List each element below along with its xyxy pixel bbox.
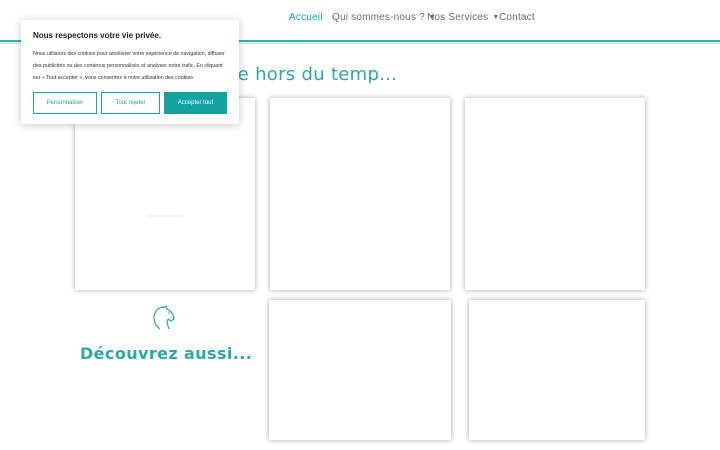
- gallery-card[interactable]: [75, 98, 255, 290]
- cookie-title: Nous respectons votre vie privée.: [33, 31, 162, 40]
- gallery-card[interactable]: [270, 98, 450, 290]
- nav-item-accueil[interactable]: Accueil: [289, 12, 323, 23]
- cookie-description: Nous utilisons des cookies pour améliore…: [33, 51, 225, 81]
- nav-item-contact[interactable]: Contact: [499, 12, 535, 23]
- gallery-card[interactable]: [465, 98, 645, 290]
- discover-heading: Découvrez aussi...: [80, 344, 253, 363]
- nav-item-label: Qui sommes-nous ?: [332, 12, 425, 23]
- nav-item-qui-sommes-nous[interactable]: Qui sommes-nous ? ▼: [332, 12, 436, 23]
- nav-item-label: Accueil: [289, 12, 323, 23]
- horse-head-icon: [153, 305, 175, 330]
- gallery-card[interactable]: [469, 300, 645, 440]
- card-placeholder: [149, 215, 183, 217]
- nav-item-nos-services[interactable]: Nos Services ▼: [427, 12, 499, 23]
- nav-item-label: Nos Services: [427, 12, 489, 23]
- customize-cookies-button[interactable]: Personnaliser: [33, 92, 97, 114]
- cookie-button-group: Personnaliser Tout rejeter Accepter tout: [33, 92, 227, 114]
- accept-all-button[interactable]: Accepter tout: [164, 92, 227, 114]
- section-title: se hors du temp...: [228, 64, 398, 85]
- cookie-consent-banner: Nous respectons votre vie privée. Nous u…: [21, 20, 239, 124]
- reject-all-button[interactable]: Tout rejeter: [101, 92, 160, 114]
- nav-item-label: Contact: [499, 12, 535, 23]
- gallery-card[interactable]: [269, 300, 451, 440]
